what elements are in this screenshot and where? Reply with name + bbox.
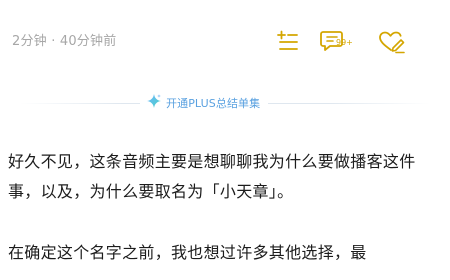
- comments-button[interactable]: 99+: [318, 26, 358, 58]
- add-to-playlist-button[interactable]: [272, 26, 304, 58]
- plus-summary-button[interactable]: 开通PLUS总结单集: [140, 92, 269, 114]
- article-paragraph: 在确定这个名字之前，我也想过许多其他选择，最: [8, 243, 367, 262]
- article-paragraph: 好久不见，这条音频主要是想聊聊我为什么要做播客这件事，以及，为什么要取名为「小天…: [8, 152, 416, 201]
- playlist-add-icon: [272, 26, 304, 58]
- heart-edit-icon: [376, 26, 408, 58]
- comment-count-badge: 99+: [336, 38, 353, 47]
- episode-meta: 2分钟 · 40分钟前: [12, 34, 117, 49]
- sparkle-icon: [146, 93, 162, 113]
- summary-row: 开通PLUS总结单集: [0, 92, 450, 116]
- plus-summary-label: 开通PLUS总结单集: [166, 97, 261, 110]
- favorite-button[interactable]: [376, 26, 408, 58]
